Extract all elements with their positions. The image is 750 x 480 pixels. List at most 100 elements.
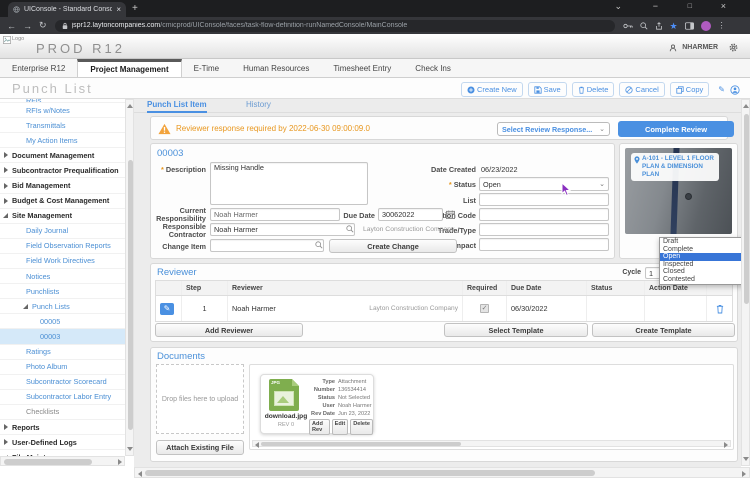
- zoom-icon[interactable]: [640, 22, 648, 30]
- status-option-draft[interactable]: Draft: [660, 238, 741, 246]
- browser-menu-icon[interactable]: ⋮: [718, 21, 726, 30]
- lookup-magnifier-icon[interactable]: [315, 241, 323, 249]
- sidebar-item-field-observation-reports[interactable]: Field Observation Reports: [0, 239, 126, 254]
- refresh-icon[interactable]: ↻: [39, 20, 47, 31]
- sidebar-item-document-management[interactable]: Document Management: [0, 148, 126, 163]
- lookup-magnifier-icon[interactable]: [346, 225, 354, 233]
- status-dropdown-list[interactable]: Draft Complete Open Inspected Closed Con…: [659, 237, 741, 285]
- assignee-icon[interactable]: [730, 85, 740, 95]
- scroll-down-icon[interactable]: [743, 457, 749, 461]
- sidebar-item-punch-lists[interactable]: Punch Lists: [0, 299, 126, 314]
- user-menu[interactable]: NHARMER: [669, 43, 738, 52]
- drawing-reference-tag[interactable]: A-101 - LEVEL 1 FLOOR PLAN & DIMENSION P…: [631, 153, 719, 181]
- sidebar-item-rfis-wnotes[interactable]: RFIs w/Notes: [0, 103, 126, 118]
- key-icon[interactable]: [623, 22, 633, 30]
- scroll-thumb[interactable]: [145, 470, 595, 476]
- edit-reviewer-button[interactable]: ✎: [160, 303, 174, 315]
- scroll-left-icon[interactable]: [138, 471, 142, 477]
- status-option-closed[interactable]: Closed: [660, 268, 741, 276]
- complete-review-button[interactable]: Complete Review: [618, 121, 734, 137]
- review-response-select[interactable]: Select Review Response... ⌄: [497, 122, 610, 136]
- settings-gear-icon[interactable]: [729, 43, 738, 52]
- sidebar-item-00005[interactable]: 00005: [0, 314, 126, 329]
- sidebar-item-subcontractor-scorecard[interactable]: Subcontractor Scorecard: [0, 375, 126, 390]
- copy-button[interactable]: Copy: [670, 82, 710, 97]
- sidebar-hscrollbar[interactable]: [0, 456, 125, 466]
- window-close-icon[interactable]: ×: [721, 1, 726, 11]
- punch-item-photo[interactable]: A-101 - LEVEL 1 FLOOR PLAN & DIMENSION P…: [625, 148, 732, 234]
- create-template-button[interactable]: Create Template: [592, 323, 735, 337]
- create-new-button[interactable]: Create New: [461, 82, 523, 97]
- trade-type-input[interactable]: [479, 223, 609, 236]
- add-reviewer-button[interactable]: Add Reviewer: [155, 323, 303, 337]
- new-tab-button[interactable]: +: [132, 3, 138, 14]
- scroll-right-icon[interactable]: [742, 471, 746, 477]
- scroll-right-icon[interactable]: [724, 442, 728, 448]
- browser-tab[interactable]: UIConsole - Standard Console ×: [8, 2, 126, 17]
- sidebar-vscrollbar[interactable]: [125, 99, 134, 456]
- sidebar-item-reports[interactable]: Reports: [0, 420, 126, 435]
- status-select[interactable]: Open ⌄: [479, 177, 609, 191]
- cancel-button[interactable]: Cancel: [619, 82, 664, 97]
- status-option-open[interactable]: Open: [660, 253, 741, 261]
- sidebar-item-photo-album[interactable]: Photo Album: [0, 360, 126, 375]
- status-option-complete[interactable]: Complete: [660, 246, 741, 254]
- main-vscrollbar[interactable]: [741, 99, 750, 466]
- sidebar-item-subcontractor-labor-entry[interactable]: Subcontractor Labor Entry: [0, 390, 126, 405]
- delete-file-button[interactable]: Delete: [350, 419, 373, 435]
- location-code-input[interactable]: [479, 208, 609, 221]
- status-option-inspected[interactable]: Inspected: [660, 261, 741, 269]
- due-date-input[interactable]: 30062022: [378, 208, 443, 221]
- sidebar-item-budget-cost-management[interactable]: Budget & Cost Management: [0, 194, 126, 209]
- window-menu-icon[interactable]: ⌄: [614, 1, 622, 12]
- tab-punch-list-item[interactable]: Punch List Item: [147, 100, 207, 113]
- sidebar-item-notices[interactable]: Notices: [0, 269, 126, 284]
- sidebar-item-my-action-items[interactable]: My Action Items: [0, 133, 126, 148]
- attach-existing-file-button[interactable]: Attach Existing File: [156, 440, 244, 455]
- list-input[interactable]: [479, 193, 609, 206]
- window-maximize-icon[interactable]: □: [688, 3, 692, 10]
- share-icon[interactable]: [655, 22, 663, 30]
- required-checkbox[interactable]: ✓: [480, 304, 489, 313]
- sidebar-item-transmittals[interactable]: Transmittals: [0, 118, 126, 133]
- scroll-thumb[interactable]: [261, 442, 461, 446]
- change-item-input[interactable]: [210, 239, 324, 252]
- calendar-icon[interactable]: [446, 210, 455, 219]
- select-template-button[interactable]: Select Template: [444, 323, 588, 337]
- scroll-up-icon[interactable]: [127, 104, 133, 108]
- scroll-right-icon[interactable]: [118, 459, 122, 465]
- edit-record-icon[interactable]: ✎: [718, 85, 725, 94]
- sidebar-item-user-defined-logs[interactable]: User-Defined Logs: [0, 435, 126, 450]
- cost-impact-input[interactable]: [479, 238, 609, 251]
- tab-history[interactable]: History: [246, 100, 271, 109]
- nav-tab-human-resources[interactable]: Human Resources: [231, 59, 321, 77]
- tab-close-icon[interactable]: ×: [116, 5, 121, 14]
- delete-reviewer-icon[interactable]: [716, 304, 724, 314]
- create-change-button[interactable]: Create Change: [329, 239, 457, 253]
- nav-tab-project-management[interactable]: Project Management: [77, 59, 181, 77]
- window-minimize-icon[interactable]: −: [653, 1, 658, 11]
- status-option-contested[interactable]: Contested: [660, 276, 741, 284]
- add-rev-button[interactable]: Add Rev: [309, 419, 330, 435]
- sidebar-item-checklists[interactable]: Checklists: [0, 405, 126, 420]
- nav-tab-enterprise[interactable]: Enterprise R12: [0, 59, 77, 77]
- sidebar-item-ratings[interactable]: Ratings: [0, 345, 126, 360]
- scroll-thumb[interactable]: [744, 114, 749, 304]
- file-dropzone[interactable]: Drop files here to upload: [156, 364, 244, 434]
- nav-tab-timesheet-entry[interactable]: Timesheet Entry: [321, 59, 403, 77]
- save-button[interactable]: Save: [528, 82, 567, 97]
- nav-tab-etime[interactable]: E-Time: [182, 59, 231, 77]
- scroll-up-icon[interactable]: [743, 104, 749, 108]
- url-field[interactable]: jspr12.laytoncompanies.com/cmicprod/UICo…: [55, 20, 615, 32]
- profile-avatar[interactable]: [701, 21, 711, 31]
- nav-tab-check-ins[interactable]: Check Ins: [403, 59, 463, 77]
- sidepanel-icon[interactable]: [685, 22, 694, 30]
- sidebar-item-punchlists[interactable]: Punchlists: [0, 284, 126, 299]
- main-hscrollbar[interactable]: [134, 467, 750, 478]
- scroll-thumb[interactable]: [4, 459, 92, 465]
- attachment-card[interactable]: JPG download.jpg REV 0 TypeAttachment Nu…: [260, 374, 374, 434]
- sidebar-item-site-management[interactable]: Site Management: [0, 209, 126, 224]
- sidebar-item-00003-selected[interactable]: 00003: [0, 329, 126, 344]
- scroll-thumb[interactable]: [128, 160, 133, 430]
- sidebar-item-field-work-directives[interactable]: Field Work Directives: [0, 254, 126, 269]
